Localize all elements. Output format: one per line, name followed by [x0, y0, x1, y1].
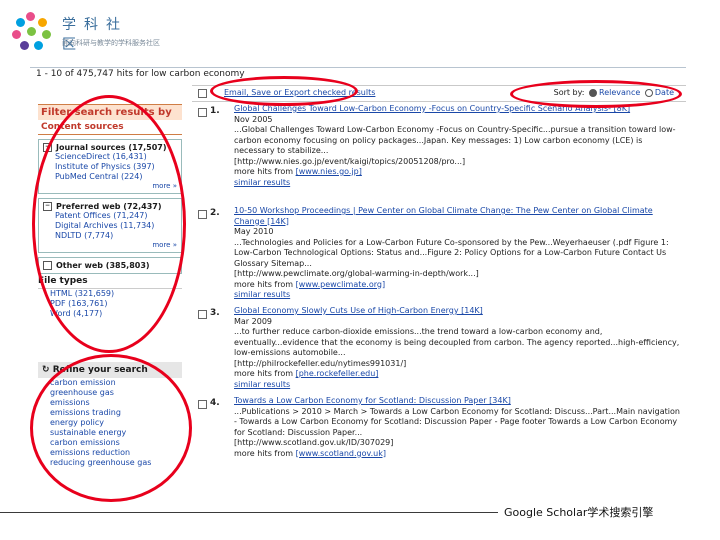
result-snippet: ...Global Challenges Toward Low-Carbon E… — [234, 125, 676, 155]
result-number: 3. — [210, 308, 220, 318]
more-hits-link[interactable]: [phe.rockefeller.edu] — [296, 369, 379, 378]
more-hits: more hits from [www.scotland.gov.uk] — [234, 449, 684, 460]
more-hits: more hits from [www.nies.go.jp] — [234, 167, 684, 178]
logo: 学科社区 面向科研与教学的学科服务社区 — [6, 8, 160, 56]
logo-mark-icon — [12, 12, 52, 52]
logo-title: 学科社区 — [62, 17, 128, 53]
result-snippet: ...Publications > 2010 > March > Towards… — [234, 406, 680, 437]
more-hits: more hits from [www.pewclimate.org] — [234, 280, 684, 291]
result-snippet: ...to further reduce carbon-dioxide emis… — [234, 327, 680, 357]
footer-divider — [0, 512, 498, 513]
result-snippet: ...Technologies and Policies for a Low-C… — [234, 237, 669, 268]
result-date: May 2010 — [234, 227, 274, 236]
more-hits-link[interactable]: [www.nies.go.jp] — [296, 167, 362, 176]
more-hits-link[interactable]: [www.scotland.gov.uk] — [296, 449, 386, 458]
result-title-link[interactable]: Towards a Low Carbon Economy for Scotlan… — [234, 396, 684, 407]
highlight-ellipse-sort — [510, 80, 682, 108]
result-url: [http://philrockefeller.edu/nytimes99103… — [234, 358, 407, 368]
result-url: [http://www.pewclimate.org/global-warmin… — [234, 269, 479, 278]
result-url: [http://www.nies.go.jp/event/kaigi/topic… — [234, 156, 466, 166]
similar-results-link[interactable]: similar results — [234, 178, 684, 189]
more-hits-label: more hits from — [234, 167, 294, 176]
result-title-link[interactable]: 10-50 Workshop Proceedings | Pew Center … — [234, 206, 684, 227]
result-number: 4. — [210, 398, 220, 408]
highlight-ellipse-refine — [30, 354, 192, 502]
result-number: 1. — [210, 106, 220, 116]
highlight-ellipse-filter — [32, 95, 186, 353]
hits-count-text: 1 - 10 of 475,747 hits for low carbon ec… — [36, 69, 245, 79]
select-all-checkbox[interactable] — [198, 89, 207, 98]
similar-results-link[interactable]: similar results — [234, 380, 684, 391]
result-checkbox[interactable] — [198, 108, 207, 117]
hits-count: 1 - 10 of 475,747 hits for low carbon ec… — [36, 69, 245, 79]
footer-caption: Google Scholar学术搜索引擎 — [504, 506, 654, 519]
result-url: [http://www.scotland.gov.uk/ID/307029] — [234, 438, 394, 447]
refresh-icon: ↻ — [42, 365, 53, 375]
result-title-link[interactable]: Global Economy Slowly Cuts Use of High-C… — [234, 306, 684, 317]
result-checkbox[interactable] — [198, 400, 207, 409]
more-hits-label: more hits from — [234, 369, 294, 378]
more-hits: more hits from [phe.rockefeller.edu] — [234, 369, 684, 380]
result-date: Nov 2005 — [234, 114, 273, 124]
result-date: Mar 2009 — [234, 316, 272, 326]
result-number: 2. — [210, 208, 220, 218]
logo-subtitle: 面向科研与教学的学科服务社区 — [62, 39, 160, 47]
header-divider — [30, 67, 686, 68]
highlight-ellipse-export — [210, 76, 358, 106]
more-hits-link[interactable]: [www.pewclimate.org] — [296, 280, 385, 289]
result-checkbox[interactable] — [198, 210, 207, 219]
more-hits-label: more hits from — [234, 448, 294, 458]
more-hits-label: more hits from — [234, 279, 294, 289]
similar-results-link[interactable]: similar results — [234, 290, 684, 301]
result-checkbox[interactable] — [198, 310, 207, 319]
